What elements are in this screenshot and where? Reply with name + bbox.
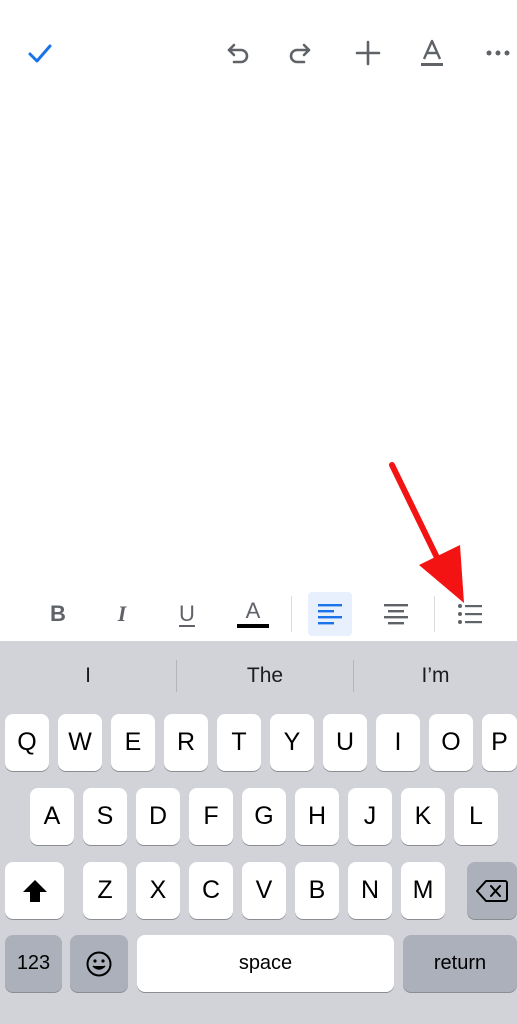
text-format-icon — [421, 39, 443, 66]
text-color-button[interactable]: A — [231, 592, 275, 636]
key-u[interactable]: U — [323, 714, 367, 771]
key-q[interactable]: Q — [5, 714, 49, 771]
emoji-icon — [86, 951, 112, 976]
suggestion-3[interactable]: I’m — [354, 641, 517, 711]
key-f[interactable]: F — [189, 788, 233, 845]
redo-icon — [289, 43, 311, 64]
text-format-button[interactable] — [414, 35, 450, 71]
key-x[interactable]: X — [136, 862, 180, 919]
key-b[interactable]: B — [295, 862, 339, 919]
align-left-button[interactable] — [308, 592, 352, 636]
bulleted-list-icon — [458, 604, 482, 624]
redo-button[interactable] — [283, 35, 319, 71]
suggestion-1[interactable]: I — [0, 641, 176, 711]
delete-key[interactable] — [467, 862, 517, 919]
key-p[interactable]: P — [482, 714, 517, 771]
align-left-icon — [318, 604, 342, 625]
delete-icon — [476, 879, 508, 902]
key-v[interactable]: V — [242, 862, 286, 919]
key-w[interactable]: W — [58, 714, 102, 771]
more-options-button[interactable] — [480, 35, 516, 71]
key-y[interactable]: Y — [270, 714, 314, 771]
shift-key[interactable] — [5, 862, 64, 919]
keyboard: I The I’m Q W E R T Y U I O P A S D F G … — [0, 641, 517, 1024]
done-button[interactable] — [22, 35, 58, 71]
key-m[interactable]: M — [401, 862, 445, 919]
underline-button[interactable]: U — [165, 592, 209, 636]
key-i[interactable]: I — [376, 714, 420, 771]
checkmark-icon — [28, 44, 52, 63]
key-e[interactable]: E — [111, 714, 155, 771]
key-j[interactable]: J — [348, 788, 392, 845]
key-o[interactable]: O — [429, 714, 473, 771]
key-s[interactable]: S — [83, 788, 127, 845]
key-z[interactable]: Z — [83, 862, 127, 919]
bold-label: B — [50, 601, 66, 626]
key-t[interactable]: T — [217, 714, 261, 771]
format-toolbar: B I U A — [0, 588, 517, 640]
plus-icon — [355, 40, 381, 66]
bulleted-list-button[interactable] — [448, 592, 492, 636]
suggestion-2[interactable]: The — [177, 641, 353, 711]
bold-button[interactable]: B — [36, 592, 80, 636]
docs-editor-screen: B I U A I The I’m Q W E R T Y U I O P A … — [0, 0, 517, 1024]
format-divider — [291, 596, 292, 632]
key-g[interactable]: G — [242, 788, 286, 845]
key-a[interactable]: A — [30, 788, 74, 845]
key-d[interactable]: D — [136, 788, 180, 845]
italic-label: I — [117, 601, 127, 626]
italic-button[interactable]: I — [100, 592, 144, 636]
text-color-label: A — [245, 598, 261, 623]
numbers-key[interactable]: 123 — [5, 935, 62, 992]
key-n[interactable]: N — [348, 862, 392, 919]
insert-button[interactable] — [350, 35, 386, 71]
key-h[interactable]: H — [295, 788, 339, 845]
more-icon — [486, 50, 510, 56]
align-center-icon — [384, 604, 408, 625]
key-r[interactable]: R — [164, 714, 208, 771]
key-k[interactable]: K — [401, 788, 445, 845]
key-c[interactable]: C — [189, 862, 233, 919]
return-key[interactable]: return — [403, 935, 517, 992]
text-color-swatch — [237, 624, 269, 628]
shift-icon — [22, 879, 47, 902]
undo-icon — [227, 43, 249, 64]
align-center-button[interactable] — [374, 592, 418, 636]
format-divider — [434, 596, 435, 632]
key-l[interactable]: L — [454, 788, 498, 845]
underline-label: U — [179, 601, 195, 626]
document-body[interactable] — [0, 95, 517, 585]
emoji-key[interactable] — [70, 935, 128, 992]
undo-button[interactable] — [219, 35, 255, 71]
space-key[interactable]: space — [137, 935, 394, 992]
